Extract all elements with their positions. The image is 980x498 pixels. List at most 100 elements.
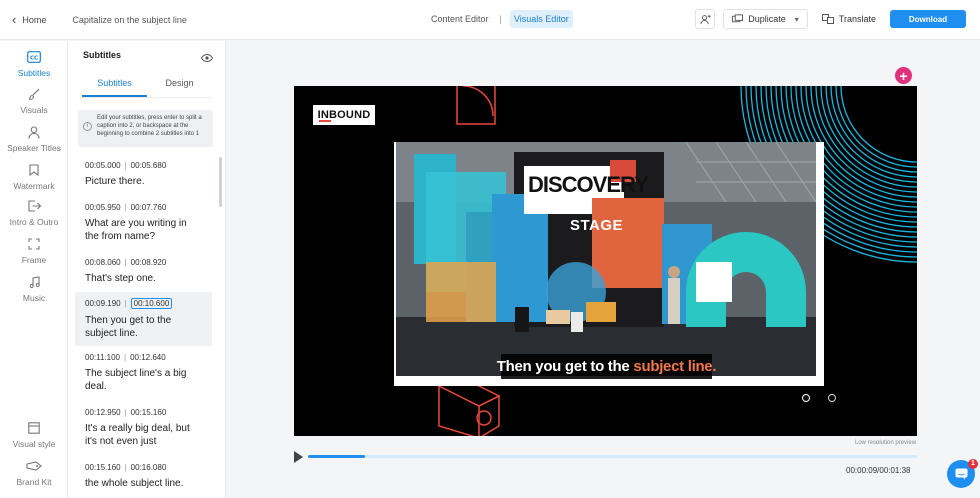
chat-badge: 1	[968, 459, 978, 469]
outline-shape-decoration	[456, 86, 496, 125]
caption-start[interactable]: 00:11.100	[85, 353, 120, 362]
home-link[interactable]: ‹ Home	[12, 13, 46, 26]
rail-item-frame[interactable]: Frame	[0, 237, 68, 265]
chevron-down-icon: ▾	[794, 14, 799, 24]
translate-icon	[821, 14, 834, 24]
sign-stage: STAGE	[570, 217, 624, 234]
rail-item-intro-outro[interactable]: Intro & Outro	[0, 199, 68, 227]
caption-timing: 00:08.060 | 00:08.920	[85, 258, 167, 267]
slide-dot[interactable]	[828, 394, 836, 402]
person-icon	[28, 125, 40, 139]
caption-item[interactable]: 00:12.950 | 00:15.160 It's a really big de…	[75, 402, 212, 454]
rail-item-music[interactable]: Music	[0, 275, 68, 303]
slide-dots	[802, 394, 836, 402]
caption-text[interactable]: the whole subject line.	[85, 477, 202, 490]
caption-end[interactable]: 00:08.920	[131, 258, 167, 267]
rail-item-visuals[interactable]: Visuals	[0, 87, 68, 115]
rail-item-speaker-titles[interactable]: Speaker Titles	[0, 125, 68, 153]
caption-start[interactable]: 00:08.060	[85, 258, 121, 267]
play-icon[interactable]	[294, 451, 303, 463]
low-res-label: Low resolution preview	[855, 440, 917, 446]
caption-item[interactable]: 00:05.000 | 00:05.680 Picture there.	[75, 155, 212, 194]
frame-icon	[28, 237, 40, 251]
rail-label: Visual style	[12, 439, 56, 449]
caption-start[interactable]: 00:15.160	[85, 463, 121, 472]
inbound-logo: INBOUND	[313, 105, 375, 125]
rail-label: Speaker Titles	[7, 143, 61, 153]
rail-item-brand-kit[interactable]: Brand Kit	[0, 459, 68, 487]
caption-text[interactable]: What are you writing in the from name?	[85, 217, 202, 243]
caption-timing: 00:05.000 | 00:05.680	[85, 161, 167, 170]
translate-label: Translate	[838, 14, 876, 24]
layout-icon	[28, 421, 40, 435]
caption-start[interactable]: 00:12.950	[85, 408, 121, 417]
rail-item-watermark[interactable]: Watermark	[0, 163, 68, 191]
tab-subtitles[interactable]: Subtitles	[82, 78, 147, 97]
tag-icon	[26, 459, 42, 473]
caption-timing: 00:09.190 | 00:10.600	[85, 298, 202, 309]
eye-icon[interactable]	[200, 49, 214, 67]
chevron-left-icon: ‹	[12, 12, 17, 27]
video-preview[interactable]: INBOUND DISCOVERY STAGE Then you get to …	[294, 86, 917, 436]
caption-end[interactable]: 00:07.760	[131, 203, 167, 212]
hint-text: Edit your subtitles, press enter to spli…	[97, 115, 202, 137]
add-collaborator-button[interactable]	[695, 9, 716, 29]
caption-end-editing[interactable]: 00:10.600	[130, 298, 173, 309]
caption-main-text: Then you get to the	[496, 358, 630, 375]
caption-timing: 00:12.950 | 00:15.160	[85, 408, 167, 417]
caption-end[interactable]: 00:05.680	[131, 161, 167, 170]
project-title: Capitalize on the subject line	[72, 14, 187, 25]
chat-button[interactable]: 1	[947, 459, 978, 488]
rail-label: Visuals	[20, 105, 48, 115]
bookmark-icon	[29, 163, 39, 177]
caption-text[interactable]: Then you get to the subject line.	[85, 314, 202, 340]
chat-icon	[955, 468, 967, 480]
top-actions: Duplicate ▾ Translate Download	[695, 9, 966, 29]
timecode: 00:00:09/00:01:38	[846, 466, 911, 475]
rail-item-subtitles[interactable]: CC Subtitles	[0, 50, 68, 78]
add-person-icon	[700, 14, 711, 24]
duplicate-icon	[732, 14, 744, 23]
caption-highlight-text: subject line.	[633, 358, 717, 375]
caption-item[interactable]: 00:05.950 | 00:07.760 What are you writing…	[75, 197, 212, 249]
slide-dot[interactable]	[802, 394, 810, 402]
caption-item[interactable]: 00:15.160 | 00:16.080 the whole subject li…	[75, 457, 212, 496]
translate-button[interactable]: Translate	[815, 9, 882, 29]
caption-timing: 00:11.100 | 00:12.640	[85, 353, 166, 362]
caption-text[interactable]: It's a really big deal, but it's not eve…	[85, 422, 202, 448]
rail-label: Subtitles	[17, 68, 51, 78]
panel-tabs: Subtitles Design	[82, 78, 212, 98]
info-icon: i	[83, 122, 92, 131]
panel-title: Subtitles	[83, 50, 122, 60]
download-button[interactable]: Download	[890, 10, 966, 28]
caption-item-selected[interactable]: 00:09.190 | 00:10.600 Then you get to the …	[75, 292, 212, 346]
caption-text[interactable]: Picture there.	[85, 175, 202, 188]
caption-start[interactable]: 00:09.190	[85, 299, 121, 308]
caption-item[interactable]: 00:11.100 | 00:12.640 The subject line's a…	[75, 347, 212, 399]
visuals-editor-tab[interactable]: Visuals Editor	[509, 10, 573, 28]
timeline-track[interactable]	[308, 455, 917, 458]
caption-start[interactable]: 00:05.000	[85, 161, 121, 170]
top-bar: ‹ Home Capitalize on the subject line Co…	[0, 0, 980, 40]
sign-discovery: DISCOVERY	[528, 172, 649, 197]
caption-end[interactable]: 00:12.640	[130, 353, 166, 362]
caption-end[interactable]: 00:15.160	[131, 408, 167, 417]
music-note-icon	[29, 275, 40, 289]
rail-item-visual-style[interactable]: Visual style	[0, 421, 68, 449]
panel-scrollbar[interactable]	[219, 157, 222, 207]
tab-design[interactable]: Design	[147, 78, 212, 97]
caption-end[interactable]: 00:16.080	[131, 463, 167, 472]
caption-text[interactable]: That's step one.	[85, 272, 202, 285]
editor-mode-switch: Content Editor | Visuals Editor	[428, 10, 573, 28]
caption-start[interactable]: 00:05.950	[85, 203, 121, 212]
brush-icon	[28, 87, 40, 101]
add-element-button[interactable]: +	[895, 67, 912, 84]
duplicate-button[interactable]: Duplicate ▾	[723, 9, 808, 29]
caption-text[interactable]: The subject line's a big deal.	[85, 367, 202, 393]
caption-timing: 00:05.950 | 00:07.760	[85, 203, 167, 212]
caption-timing: 00:15.160 | 00:16.080	[85, 463, 167, 472]
burned-caption: Then you get to the subject line.	[497, 354, 717, 379]
caption-item[interactable]: 00:08.060 | 00:08.920 That's step one.	[75, 252, 212, 291]
content-editor-tab[interactable]: Content Editor	[428, 10, 492, 28]
edit-hint: i Edit your subtitles, press enter to sp…	[78, 110, 213, 147]
